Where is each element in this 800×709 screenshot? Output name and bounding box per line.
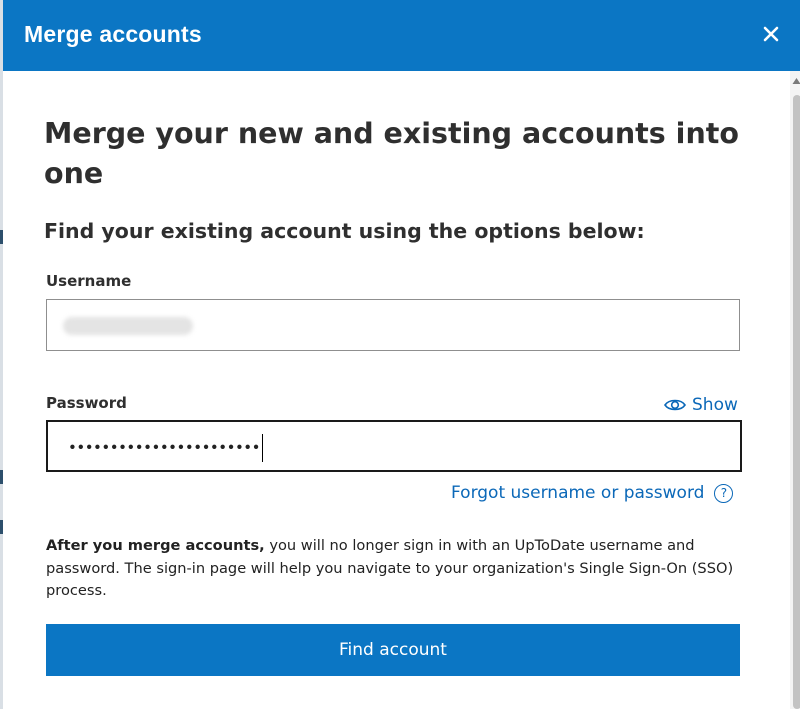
scroll-thumb[interactable] [793, 95, 800, 709]
text-caret [262, 434, 263, 462]
show-label: Show [692, 395, 738, 415]
close-button[interactable] [755, 18, 787, 50]
scroll-up-arrow-icon[interactable] [792, 77, 800, 85]
merge-notice: After you merge accounts, you will no lo… [46, 535, 746, 603]
dialog-scrollbar[interactable] [790, 71, 800, 709]
username-label: Username [46, 272, 132, 290]
close-icon [763, 26, 779, 42]
password-label: Password [46, 394, 127, 412]
redacted-username [63, 317, 193, 335]
forgot-credentials-link[interactable]: Forgot username or password ? [451, 483, 734, 503]
dialog-header: Merge accounts [3, 0, 800, 71]
show-password-toggle[interactable]: Show [664, 395, 738, 415]
page-heading: Merge your new and existing accounts int… [44, 117, 739, 190]
dialog-title: Merge accounts [24, 21, 202, 47]
instructions-subheading: Find your existing account using the opt… [44, 219, 645, 243]
eye-icon [664, 399, 686, 411]
merge-accounts-dialog: Merge accounts Merge your new and existi… [3, 0, 800, 709]
help-icon[interactable]: ? [714, 483, 734, 503]
notice-bold-lead: After you merge accounts, [46, 537, 265, 554]
password-value: ••••••••••••••••••••••• [68, 434, 263, 462]
forgot-label: Forgot username or password [451, 483, 705, 503]
username-input[interactable] [46, 299, 740, 351]
find-account-button[interactable]: Find account [46, 624, 740, 676]
password-input[interactable]: ••••••••••••••••••••••• [46, 420, 742, 472]
